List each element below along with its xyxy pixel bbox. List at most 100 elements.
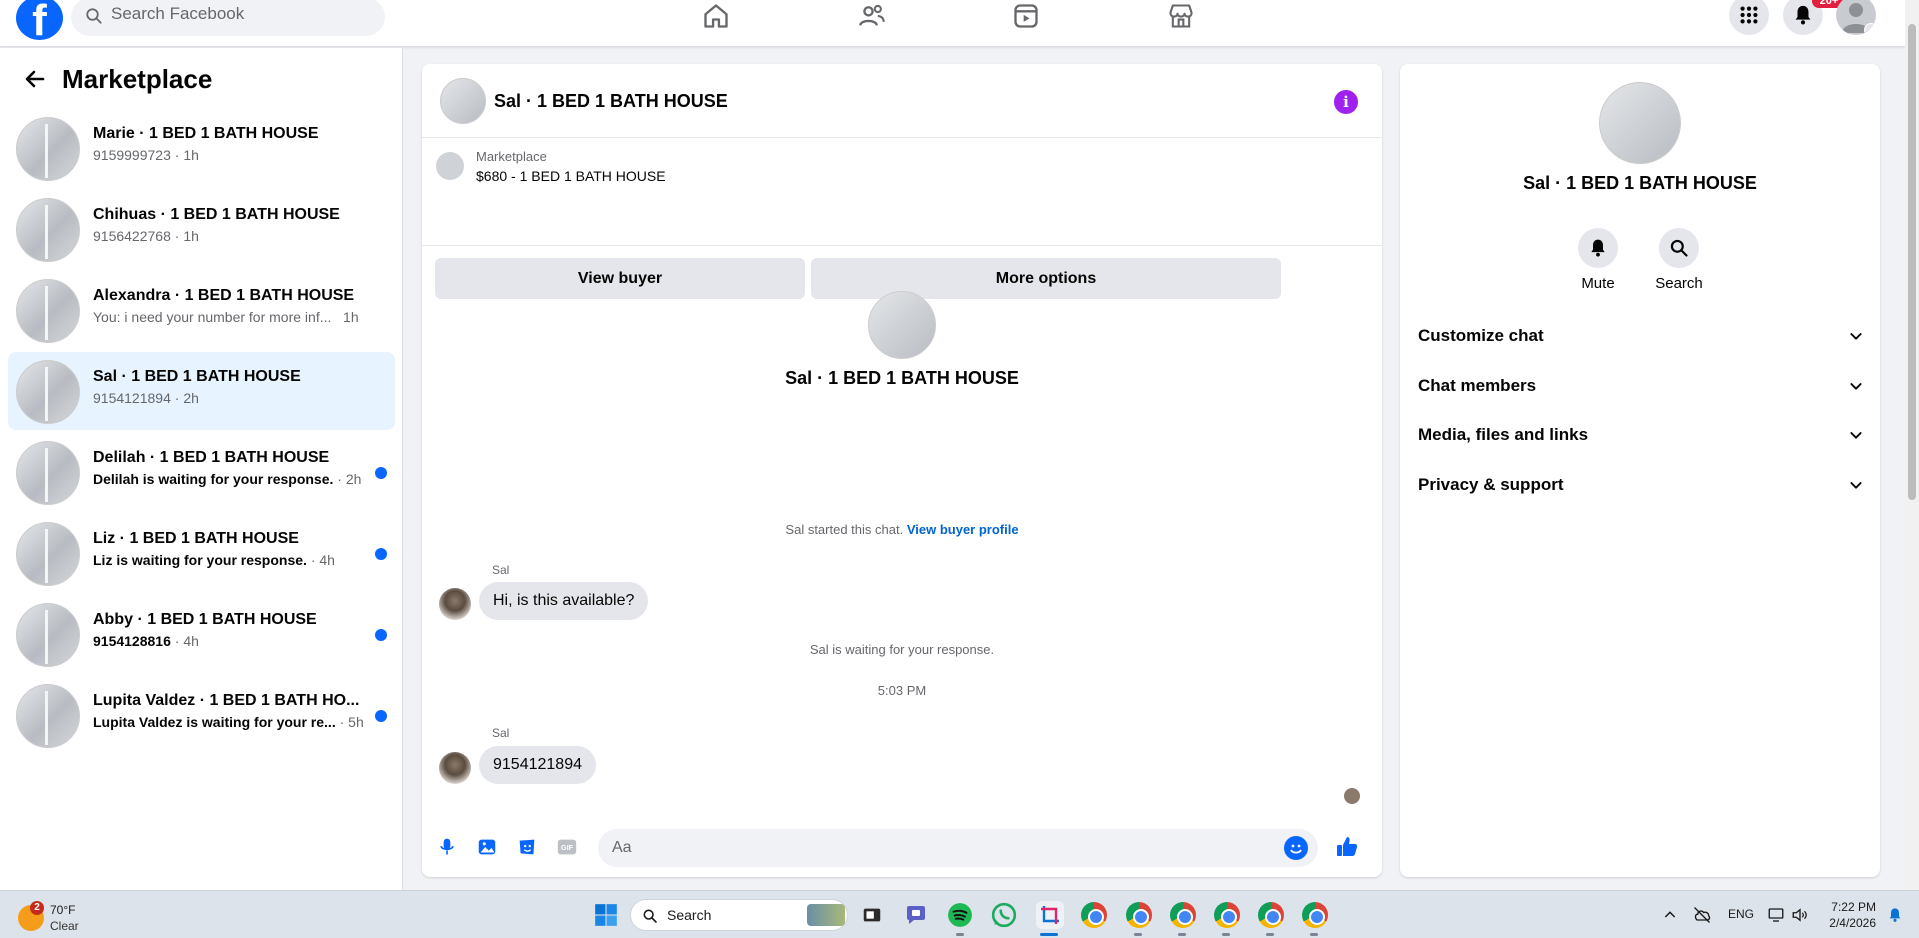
- chat-header: Sal · 1 BED 1 BATH HOUSE i: [422, 64, 1382, 138]
- chrome-profile-icon[interactable]: [1169, 901, 1197, 929]
- message-input[interactable]: Aa: [598, 829, 1318, 867]
- conversation-item[interactable]: Delilah · 1 BED 1 BATH HOUSE Delilah is w…: [8, 433, 395, 511]
- search-highlight-image: [807, 904, 845, 926]
- media-files-links-section[interactable]: Media, files and links: [1418, 415, 1864, 455]
- account-avatar[interactable]: [1836, 0, 1876, 35]
- view-buyer-profile-link[interactable]: View buyer profile: [907, 522, 1019, 537]
- message-bubble[interactable]: Hi, is this available?: [479, 582, 649, 620]
- spotify-icon[interactable]: [946, 901, 974, 929]
- conversation-preview: 9154128816 · 4h: [93, 633, 199, 649]
- volume-icon[interactable]: [1786, 901, 1814, 929]
- unread-indicator: [375, 710, 387, 722]
- friends-icon[interactable]: [852, 0, 892, 32]
- running-indicator: [1310, 933, 1318, 936]
- chrome-profile-icon[interactable]: [1301, 901, 1329, 929]
- conversation-item[interactable]: Alexandra · 1 BED 1 BATH HOUSE You: i nee…: [8, 271, 395, 349]
- privacy-support-section[interactable]: Privacy & support: [1418, 465, 1864, 505]
- taskbar-search-box[interactable]: Search: [630, 899, 848, 931]
- chrome-profile-icon[interactable]: [1213, 901, 1241, 929]
- conversation-thumbnail: [16, 360, 80, 424]
- cloud-offline-icon[interactable]: [1688, 901, 1716, 929]
- sender-avatar[interactable]: [439, 588, 471, 620]
- conversation-item[interactable]: Marie · 1 BED 1 BATH HOUSE 9159999723 · 1…: [8, 109, 395, 187]
- conversation-thumbnail: [16, 603, 80, 667]
- menu-grid-button[interactable]: [1729, 0, 1769, 35]
- task-view-icon[interactable]: [858, 901, 886, 929]
- conversation-item[interactable]: Lupita Valdez · 1 BED 1 BATH HO... Lupita…: [8, 676, 395, 754]
- thumbs-up-icon[interactable]: [1334, 834, 1360, 860]
- chrome-profile-icon[interactable]: [1257, 901, 1285, 929]
- conversation-snippet: 9154121894: [93, 390, 171, 406]
- top-navigation-bar: f Search Facebook 20+: [0, 0, 1905, 47]
- search-in-chat-button[interactable]: Search: [1639, 228, 1719, 292]
- buyer-profile-avatar[interactable]: [868, 291, 936, 359]
- details-name: Sal · 1 BED 1 BATH HOUSE: [1523, 173, 1757, 193]
- chrome-profile-icon[interactable]: [1125, 901, 1153, 929]
- notification-bell-icon[interactable]: [1881, 901, 1909, 929]
- conversation-title: Chihuas · 1 BED 1 BATH HOUSE: [93, 206, 340, 223]
- marketplace-sidebar: Marketplace Marie · 1 BED 1 BATH HOUSE 91…: [0, 48, 403, 890]
- sender-avatar[interactable]: [439, 752, 471, 784]
- grid-icon: [1740, 6, 1758, 24]
- chrome-icon[interactable]: [1080, 901, 1108, 929]
- teams-chat-icon[interactable]: [902, 901, 930, 929]
- facebook-search-field[interactable]: Search Facebook: [71, 0, 385, 36]
- chat-title[interactable]: Sal · 1 BED 1 BATH HOUSE: [494, 91, 728, 112]
- running-indicator: [1222, 933, 1230, 936]
- listing-thumbnail[interactable]: [436, 152, 464, 180]
- active-app-indicator: [1040, 933, 1058, 936]
- windows-start-icon[interactable]: [592, 901, 620, 929]
- weather-condition: Clear: [50, 919, 79, 933]
- language-indicator[interactable]: ENG: [1728, 907, 1754, 921]
- home-icon[interactable]: [696, 0, 736, 32]
- gif-icon[interactable]: GIF: [554, 834, 580, 860]
- video-icon[interactable]: [1006, 0, 1046, 32]
- conversation-item[interactable]: Chihuas · 1 BED 1 BATH HOUSE 9156422768 ·…: [8, 190, 395, 268]
- running-indicator: [1266, 933, 1274, 936]
- conversation-title: Lupita Valdez · 1 BED 1 BATH HO...: [93, 692, 360, 709]
- facebook-logo[interactable]: f: [16, 0, 63, 40]
- waiting-notice: Sal is waiting for your response.: [809, 642, 995, 657]
- conversation-item[interactable]: Abby · 1 BED 1 BATH HOUSE 9154128816 · 4h: [8, 595, 395, 673]
- conversation-preview: Lupita Valdez is waiting for your re... …: [93, 714, 364, 730]
- sticker-icon[interactable]: [514, 834, 540, 860]
- unread-indicator: [375, 548, 387, 560]
- conversation-item[interactable]: Liz · 1 BED 1 BATH HOUSE Liz is waiting f…: [8, 514, 395, 592]
- mute-button[interactable]: Mute: [1558, 228, 1638, 292]
- details-avatar[interactable]: [1599, 82, 1681, 164]
- back-arrow-icon[interactable]: [18, 62, 52, 96]
- conversation-snippet: 9156422768: [93, 228, 171, 244]
- info-icon[interactable]: i: [1334, 90, 1358, 114]
- conversation-title: Alexandra · 1 BED 1 BATH HOUSE: [93, 287, 355, 304]
- microphone-icon[interactable]: [434, 834, 460, 860]
- mute-label: Mute: [1581, 275, 1615, 292]
- chat-details-panel: Sal · 1 BED 1 BATH HOUSE Mute Search Cus…: [1400, 64, 1880, 877]
- conversation-time: · 2h: [333, 471, 362, 487]
- search-icon: [643, 909, 657, 923]
- conversation-thumbnail: [16, 198, 80, 262]
- chevron-down-icon: [1850, 432, 1862, 439]
- page-scrollbar[interactable]: [1905, 0, 1919, 890]
- chat-avatar[interactable]: [440, 78, 486, 124]
- view-buyer-button[interactable]: View buyer: [435, 258, 805, 299]
- marketplace-icon[interactable]: [1161, 0, 1201, 32]
- message-composer: GIF Aa: [422, 817, 1382, 877]
- whatsapp-icon[interactable]: [990, 901, 1018, 929]
- scrollbar-thumb[interactable]: [1908, 24, 1916, 500]
- system-clock[interactable]: 7:22 PM 2/4/2026: [1812, 899, 1876, 931]
- conversation-preview: Delilah is waiting for your response. · …: [93, 471, 361, 487]
- snipping-tool-icon[interactable]: [1036, 901, 1064, 929]
- listing-title[interactable]: $680 - 1 BED 1 BATH HOUSE: [476, 168, 666, 184]
- emoji-icon[interactable]: [1284, 836, 1308, 860]
- section-label: Customize chat: [1418, 326, 1544, 345]
- photo-icon[interactable]: [474, 834, 500, 860]
- customize-chat-section[interactable]: Customize chat: [1418, 316, 1864, 356]
- unread-indicator: [375, 629, 387, 641]
- sidebar-header: Marketplace: [18, 62, 212, 96]
- chat-members-section[interactable]: Chat members: [1418, 366, 1864, 406]
- more-options-button[interactable]: More options: [811, 258, 1281, 299]
- message-bubble[interactable]: 9154121894: [479, 746, 596, 784]
- chevron-up-icon[interactable]: [1656, 901, 1684, 929]
- search-label: Search: [1655, 275, 1703, 292]
- conversation-item[interactable]: Sal · 1 BED 1 BATH HOUSE 9154121894 · 2h: [8, 352, 395, 430]
